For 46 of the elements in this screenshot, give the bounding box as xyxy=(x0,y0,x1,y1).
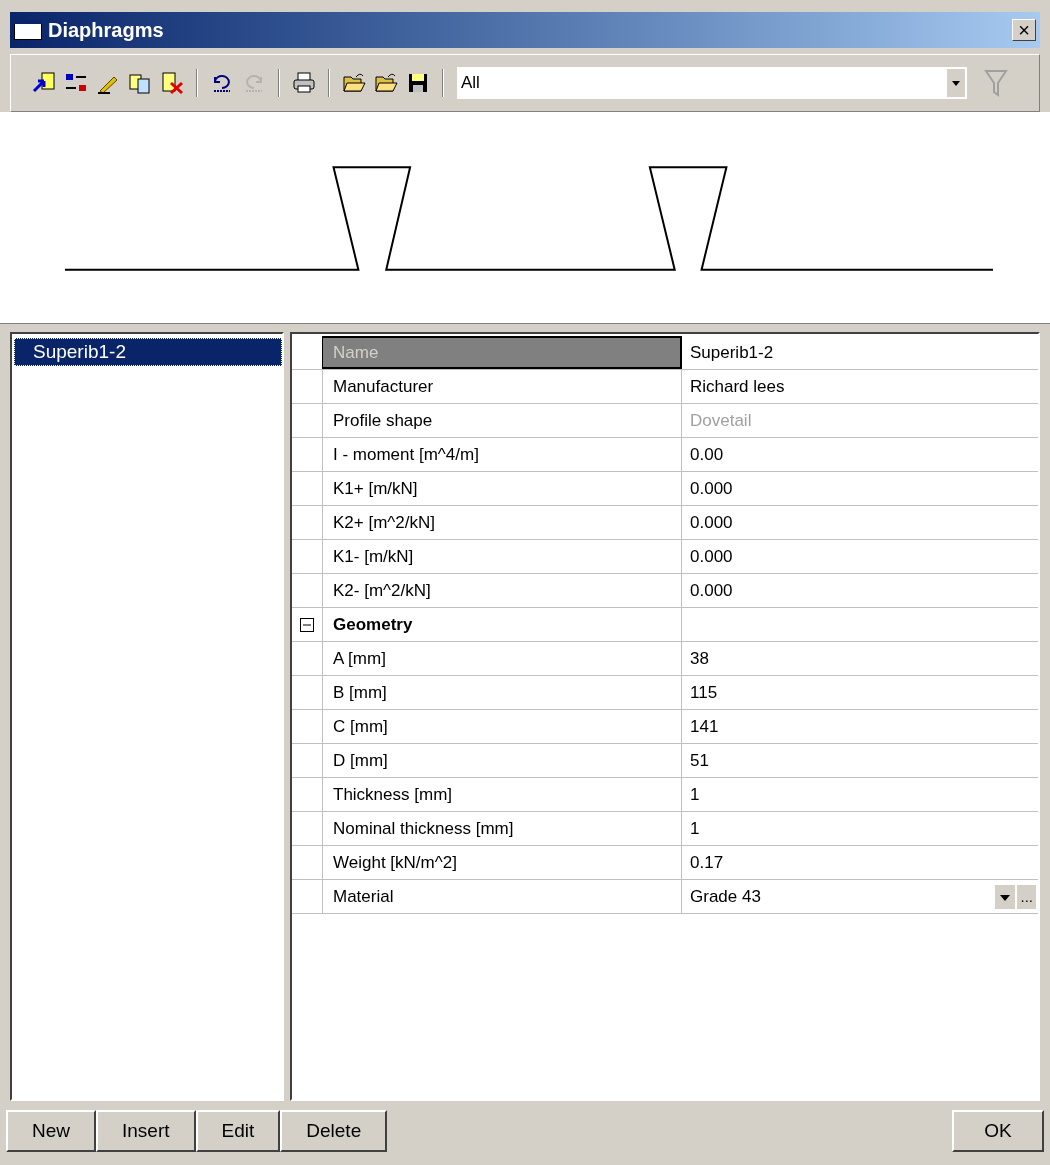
property-value: 0.000 xyxy=(690,511,734,534)
browse-button[interactable]: ... xyxy=(1017,884,1036,909)
close-button[interactable]: × xyxy=(1012,19,1036,41)
action-button[interactable]: Insert xyxy=(96,1110,196,1152)
action-button[interactable]: Delete xyxy=(280,1110,388,1152)
property-name[interactable]: Manufacturer xyxy=(322,370,682,403)
printer-icon[interactable] xyxy=(291,70,317,96)
property-value: 1 xyxy=(690,783,701,806)
property-value: 0.000 xyxy=(690,545,734,568)
property-value: 51 xyxy=(690,749,710,772)
property-value: Grade 43 xyxy=(690,885,762,908)
property-name[interactable]: Weight [kN/m^2] xyxy=(322,846,682,879)
property-value: 1 xyxy=(690,817,701,840)
filter-combo[interactable]: All xyxy=(457,67,967,99)
property-name[interactable]: K2- [m^2/kN] xyxy=(322,574,682,607)
property-name[interactable]: D [mm] xyxy=(322,744,682,777)
property-value: Richard lees xyxy=(690,375,786,398)
action-button[interactable]: New xyxy=(6,1110,96,1152)
property-value: 0.000 xyxy=(690,477,734,500)
property-value: 115 xyxy=(690,681,719,704)
property-value: Superib1-2 xyxy=(690,341,775,364)
action-button[interactable]: Edit xyxy=(195,1110,281,1152)
property-name[interactable]: B [mm] xyxy=(322,676,682,709)
property-name[interactable]: K2+ [m^2/kN] xyxy=(322,506,682,539)
window-icon xyxy=(14,20,42,40)
property-name[interactable]: Material xyxy=(322,880,682,913)
list-item[interactable]: Superib1-2 xyxy=(14,338,282,366)
property-value: 38 xyxy=(690,647,710,670)
property-name[interactable]: C [mm] xyxy=(322,710,682,743)
collapse-toggle[interactable] xyxy=(300,617,314,632)
ok-button[interactable]: OK xyxy=(952,1110,1044,1152)
category-label: Geometry xyxy=(333,613,413,636)
property-value: 141 xyxy=(690,715,720,738)
property-name[interactable]: K1- [m/kN] xyxy=(322,540,682,573)
property-name[interactable]: K1+ [m/kN] xyxy=(322,472,682,505)
property-name[interactable]: A [mm] xyxy=(322,642,682,675)
property-name[interactable]: Thickness [mm] xyxy=(322,778,682,811)
property-value: Dovetail xyxy=(690,409,753,432)
property-name[interactable]: Nominal thickness [mm] xyxy=(322,812,682,845)
combo-value: All xyxy=(461,72,480,95)
property-value: 0.000 xyxy=(690,579,734,602)
property-value: 0.17 xyxy=(690,851,725,874)
delete-icon[interactable] xyxy=(159,70,185,96)
window-title: Diaphragms xyxy=(48,18,165,43)
property-value: 0.00 xyxy=(690,443,725,466)
property-name[interactable]: I - moment [m^4/m] xyxy=(322,438,682,471)
